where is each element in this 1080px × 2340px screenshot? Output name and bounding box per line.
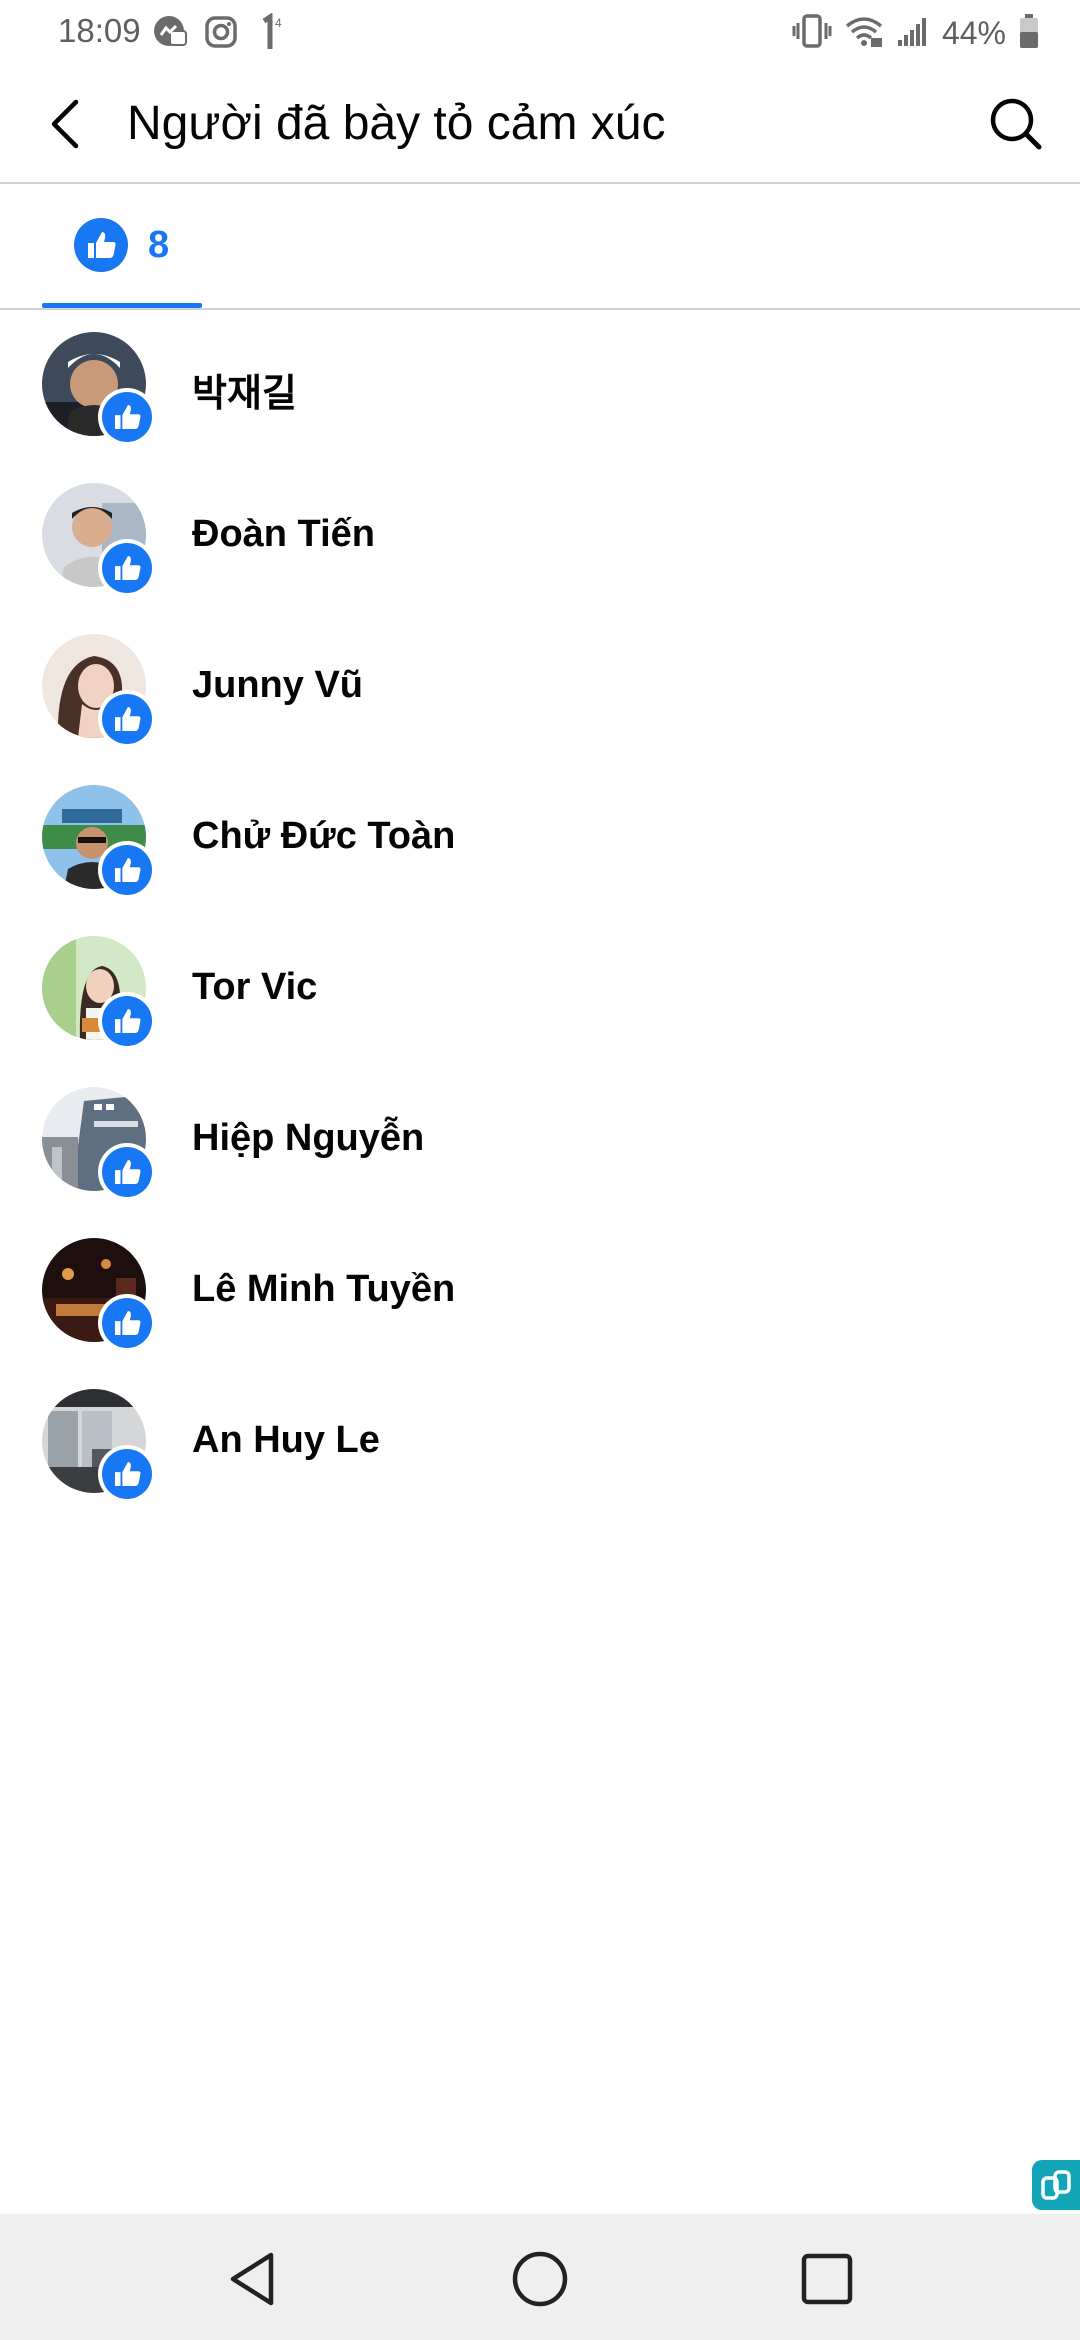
copy-link-icon: [1041, 2170, 1071, 2200]
vibrate-icon: [792, 13, 832, 54]
sim-1-icon: 4: [252, 11, 286, 56]
wifi-icon: [844, 14, 884, 53]
back-button[interactable]: [36, 94, 96, 154]
system-nav-bar: [0, 2214, 1080, 2340]
messenger-icon: [152, 13, 190, 56]
reactor-name[interactable]: Tor Vic: [192, 966, 317, 1009]
svg-text:4: 4: [275, 16, 282, 30]
battery-icon: [1018, 13, 1040, 54]
reactor-name[interactable]: Chử Đức Toàn: [192, 815, 455, 858]
like-reaction-icon: [74, 218, 128, 272]
like-reaction-icon: [102, 543, 152, 593]
nav-back-button[interactable]: [218, 2244, 288, 2314]
signal-icon: [896, 14, 930, 53]
list-item[interactable]: Chử Đức Toàn: [0, 771, 1080, 922]
reaction-tabs: 8: [0, 184, 1080, 310]
like-reaction-icon: [102, 1147, 152, 1197]
reactor-name[interactable]: Đoàn Tiến: [192, 513, 375, 556]
like-reaction-icon: [102, 392, 152, 442]
like-badge: [98, 690, 156, 748]
list-item[interactable]: Lê Minh Tuyền: [0, 1224, 1080, 1375]
status-bar: 18:09 4 44%: [0, 0, 1080, 66]
instagram-icon: [204, 15, 238, 54]
list-item[interactable]: An Huy Le: [0, 1375, 1080, 1526]
like-reaction-icon: [102, 694, 152, 744]
reactor-name[interactable]: Lê Minh Tuyền: [192, 1268, 455, 1311]
like-badge: [98, 1143, 156, 1201]
back-arrow-icon: [51, 99, 79, 149]
nav-home-button[interactable]: [505, 2244, 575, 2314]
notification-icons: 4: [152, 11, 286, 56]
list-item[interactable]: Đoàn Tiến: [0, 469, 1080, 620]
list-item[interactable]: Junny Vũ: [0, 620, 1080, 771]
system-status: 44%: [792, 12, 1040, 54]
like-reaction-icon: [102, 845, 152, 895]
reactor-name[interactable]: An Huy Le: [192, 1419, 380, 1462]
like-badge: [98, 841, 156, 899]
nav-recents-button[interactable]: [792, 2244, 862, 2314]
like-reaction-icon: [102, 1449, 152, 1499]
search-button[interactable]: [984, 92, 1048, 156]
tab-like-count: 8: [148, 224, 170, 266]
list-item[interactable]: Tor Vic: [0, 922, 1080, 1073]
status-time: 18:09: [58, 12, 141, 49]
battery-percent: 44%: [941, 14, 1006, 51]
app-header: Người đã bày tỏ cảm xúc: [0, 66, 1080, 184]
like-badge: [98, 539, 156, 597]
like-reaction-icon: [102, 996, 152, 1046]
active-tab-indicator: [42, 303, 202, 308]
reactor-name[interactable]: Junny Vũ: [192, 664, 363, 707]
like-reaction-icon: [102, 1298, 152, 1348]
tab-like[interactable]: 8: [42, 184, 202, 308]
reactor-name[interactable]: 박재길: [192, 362, 297, 417]
like-badge: [98, 1294, 156, 1352]
floating-tool-button[interactable]: [1032, 2160, 1080, 2210]
back-triangle-icon: [230, 2252, 274, 2306]
list-item[interactable]: Hiệp Nguyễn: [0, 1073, 1080, 1224]
like-badge: [98, 1445, 156, 1503]
reactor-name[interactable]: Hiệp Nguyễn: [192, 1117, 424, 1160]
recents-square-icon: [801, 2253, 853, 2305]
home-circle-icon: [512, 2251, 568, 2307]
reactor-list: 박재길 Đoàn Tiến Junny Vũ Chử Đức Toàn Tor …: [0, 318, 1080, 1526]
page-title: Người đã bày tỏ cảm xúc: [127, 97, 666, 150]
like-badge: [98, 388, 156, 446]
list-item[interactable]: 박재길: [0, 318, 1080, 469]
search-icon: [990, 98, 1042, 150]
like-badge: [98, 992, 156, 1050]
